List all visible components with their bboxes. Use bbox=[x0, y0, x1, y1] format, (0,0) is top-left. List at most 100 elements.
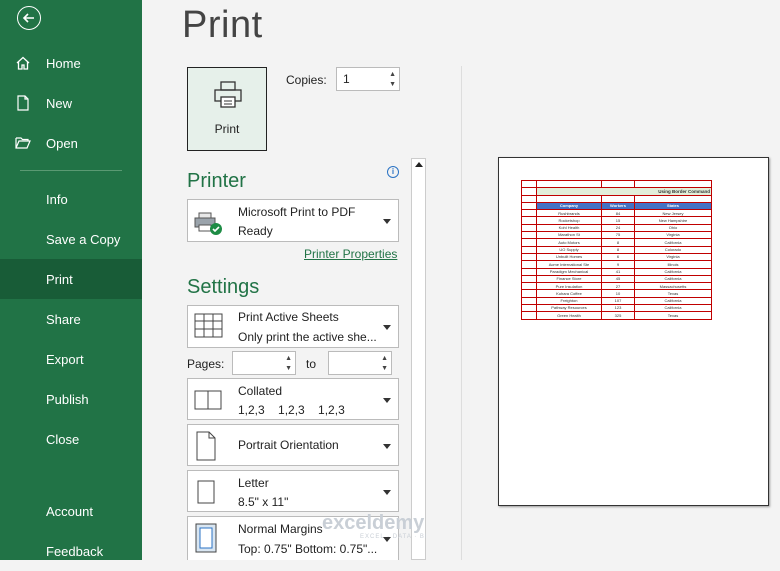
info-icon[interactable]: i bbox=[387, 166, 399, 178]
chevron-down-icon bbox=[383, 444, 391, 449]
pane-divider bbox=[461, 66, 462, 560]
sidebar-item-label: Info bbox=[46, 191, 68, 207]
preview-cell bbox=[521, 289, 537, 298]
sidebar-item-export[interactable]: Export bbox=[0, 339, 142, 379]
backstage-sidebar: Home New Open Info Save a Copy Print Sha… bbox=[0, 0, 142, 560]
preview-cell: New Hampshire bbox=[634, 216, 712, 225]
scope-title: Print Active Sheets bbox=[238, 310, 339, 324]
preview-cell bbox=[521, 238, 537, 247]
preview-cell bbox=[521, 209, 537, 218]
sidebar-item-account[interactable]: Account bbox=[0, 491, 142, 531]
page-title: Print bbox=[182, 4, 263, 46]
chevron-down-icon bbox=[383, 490, 391, 495]
sidebar-item-publish[interactable]: Publish bbox=[0, 379, 142, 419]
printer-ready-icon bbox=[194, 212, 224, 241]
preview-cell: 15 bbox=[601, 216, 635, 225]
preview-cell: 24 bbox=[601, 223, 635, 233]
portrait-page-icon bbox=[194, 431, 218, 466]
scope-subtitle: Only print the active she... bbox=[238, 330, 377, 344]
preview-cell: 27 bbox=[601, 282, 635, 291]
sidebar-item-new[interactable]: New bbox=[0, 83, 142, 123]
preview-cell bbox=[521, 194, 537, 203]
preview-table: Using Border Command Company Workers States… bbox=[521, 179, 712, 320]
stepper-up-icon[interactable]: ▲ bbox=[389, 71, 396, 79]
collated-icon bbox=[194, 389, 224, 416]
preview-cell bbox=[521, 267, 537, 276]
printer-status: Ready bbox=[238, 224, 273, 238]
preview-cell: 6 bbox=[601, 252, 635, 262]
watermark-logo: exceldemy bbox=[322, 512, 425, 534]
printer-name: Microsoft Print to PDF bbox=[238, 205, 356, 219]
preview-cell bbox=[521, 274, 537, 284]
printer-properties-link[interactable]: Printer Properties bbox=[304, 247, 397, 261]
print-scope-dropdown[interactable]: Print Active Sheets Only print the activ… bbox=[187, 305, 399, 348]
sidebar-item-print[interactable]: Print bbox=[0, 259, 142, 299]
print-preview-page: Using Border Command Company Workers States… bbox=[498, 157, 769, 506]
folder-open-icon bbox=[0, 136, 46, 150]
preview-cell: Freighton bbox=[536, 296, 602, 306]
watermark-tagline: EXCEL · DATA · BI bbox=[360, 534, 428, 540]
preview-row-blank bbox=[521, 179, 712, 189]
preview-cell: 123 bbox=[601, 304, 635, 313]
sidebar-item-label: Account bbox=[46, 503, 93, 519]
preview-cell bbox=[521, 296, 537, 306]
stepper-down-icon[interactable]: ▼ bbox=[285, 365, 292, 373]
orientation-dropdown[interactable]: Portrait Orientation bbox=[187, 424, 399, 466]
preview-cell: 325 bbox=[601, 311, 635, 320]
print-button[interactable]: Print bbox=[187, 67, 267, 151]
sidebar-item-home[interactable]: Home bbox=[0, 43, 142, 83]
pages-label: Pages: bbox=[187, 357, 225, 371]
stepper-up-icon[interactable]: ▲ bbox=[381, 355, 388, 363]
preview-cell bbox=[634, 179, 712, 189]
preview-cell: Kohl Health bbox=[536, 223, 602, 233]
table-row: Kuhara Coffee 10 Texas bbox=[521, 289, 712, 298]
preview-cell: 45 bbox=[601, 274, 635, 284]
pages-to-input[interactable]: ▲ ▼ bbox=[328, 351, 392, 375]
preview-cell: Texas bbox=[634, 311, 712, 320]
table-row: Green Health 325 Texas bbox=[521, 311, 712, 320]
preview-cell bbox=[521, 223, 537, 233]
settings-scrollbar[interactable] bbox=[411, 158, 426, 560]
copies-stepper[interactable]: 1 ▲ ▼ bbox=[336, 67, 400, 91]
preview-cell: Auto Motors bbox=[536, 238, 602, 247]
collation-dropdown[interactable]: Collated 1,2,3 1,2,3 1,2,3 bbox=[187, 378, 399, 420]
preview-cell bbox=[521, 311, 537, 320]
preview-cell: 9 bbox=[601, 260, 635, 269]
printer-heading: Printer bbox=[187, 170, 246, 192]
sidebar-item-feedback[interactable]: Feedback bbox=[0, 531, 142, 571]
back-arrow-icon[interactable] bbox=[17, 6, 41, 30]
sidebar-item-label: Print bbox=[46, 271, 73, 287]
preview-cell: Pathway Resources bbox=[536, 304, 602, 313]
stepper-down-icon[interactable]: ▼ bbox=[381, 365, 388, 373]
stepper-down-icon[interactable]: ▼ bbox=[389, 81, 396, 89]
preview-cell: Marathon St bbox=[536, 231, 602, 240]
preview-cell bbox=[521, 201, 537, 211]
home-icon bbox=[0, 55, 46, 71]
scroll-up-icon[interactable] bbox=[415, 162, 423, 167]
pages-from-input[interactable]: ▲ ▼ bbox=[232, 351, 296, 375]
preview-cell: Rushbrands bbox=[536, 209, 602, 218]
sidebar-item-label: Save a Copy bbox=[46, 231, 121, 247]
sidebar-item-save-a-copy[interactable]: Save a Copy bbox=[0, 219, 142, 259]
printer-dropdown[interactable]: Microsoft Print to PDF Ready bbox=[187, 199, 399, 242]
sidebar-item-close[interactable]: Close bbox=[0, 419, 142, 459]
preview-cell bbox=[601, 179, 635, 189]
preview-cell: California bbox=[634, 304, 712, 313]
stepper-up-icon[interactable]: ▲ bbox=[285, 355, 292, 363]
preview-cell: Illinois bbox=[634, 260, 712, 269]
preview-cell: Paradigm Mechanical bbox=[536, 267, 602, 276]
table-row: Paradigm Mechanical 41 California bbox=[521, 267, 712, 276]
new-document-icon bbox=[0, 95, 46, 111]
preview-cell: California bbox=[634, 267, 712, 276]
preview-cell: 8 bbox=[601, 238, 635, 247]
table-row: Acme International Ste 9 Illinois bbox=[521, 260, 712, 269]
preview-cell bbox=[521, 245, 537, 254]
preview-cell: 8 bbox=[601, 245, 635, 254]
copies-label: Copies: bbox=[286, 73, 327, 87]
pages-to-label: to bbox=[306, 357, 317, 371]
sidebar-item-share[interactable]: Share bbox=[0, 299, 142, 339]
table-row: Rushbrands 84 New Jersey bbox=[521, 209, 712, 218]
paper-size-dropdown[interactable]: Letter 8.5" x 11" bbox=[187, 470, 399, 512]
sidebar-item-info[interactable]: Info bbox=[0, 179, 142, 219]
sidebar-item-open[interactable]: Open bbox=[0, 123, 142, 163]
